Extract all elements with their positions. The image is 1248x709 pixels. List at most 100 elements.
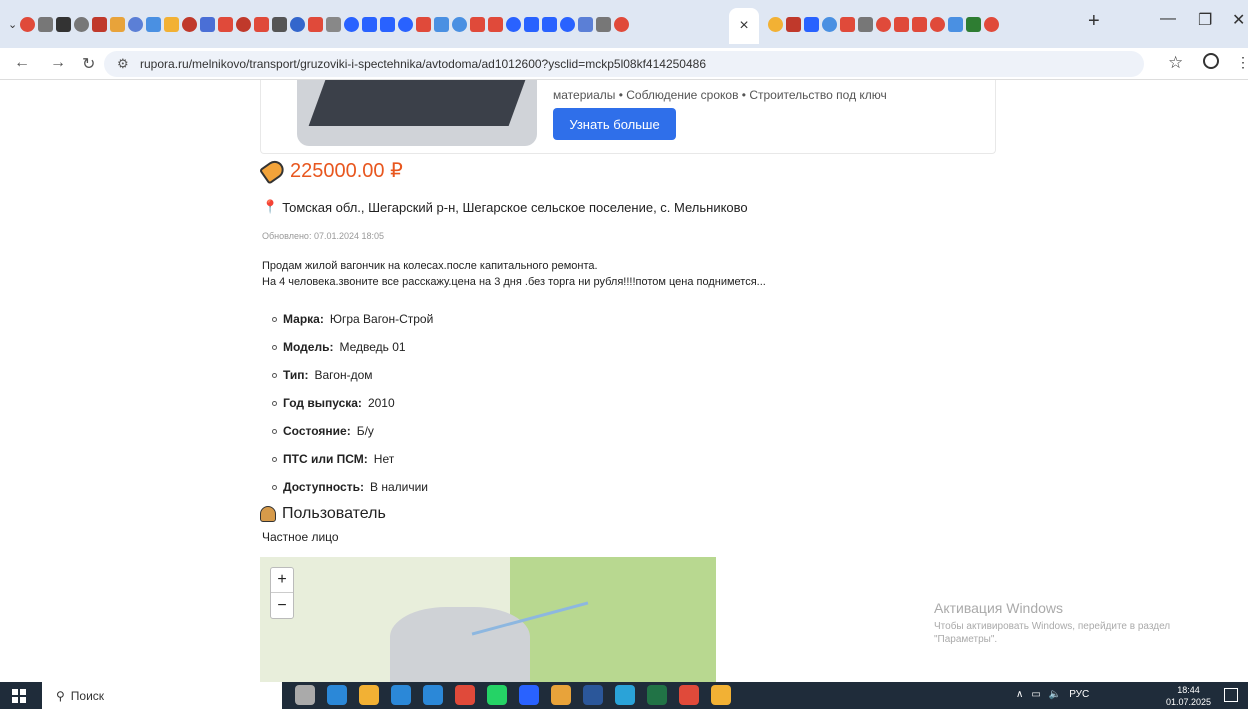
tab-favicon-icon[interactable] bbox=[272, 16, 288, 32]
tab-search-icon[interactable]: ⌄ bbox=[8, 18, 17, 31]
taskbar-app-icon[interactable] bbox=[583, 685, 603, 705]
close-tab-icon[interactable]: × bbox=[739, 17, 748, 35]
tab-favicon-icon[interactable] bbox=[128, 16, 144, 32]
taskbar-app-icon[interactable] bbox=[551, 685, 571, 705]
tab-favicon-icon[interactable] bbox=[416, 16, 432, 32]
taskbar-app-icon[interactable] bbox=[615, 685, 635, 705]
tab-favicon-icon[interactable] bbox=[218, 16, 234, 32]
profile-icon[interactable] bbox=[1203, 53, 1219, 69]
forward-icon[interactable]: → bbox=[50, 54, 66, 72]
maximize-icon[interactable]: ❐ bbox=[1198, 10, 1212, 30]
tab-favicon-icon[interactable] bbox=[804, 16, 819, 32]
taskbar-apps bbox=[295, 685, 731, 705]
tab-favicon-icon[interactable] bbox=[614, 16, 630, 32]
close-window-icon[interactable]: ✕ bbox=[1232, 10, 1245, 30]
new-tab-button[interactable]: + bbox=[1088, 10, 1100, 33]
tab-favicon-icon[interactable] bbox=[948, 16, 963, 32]
tab-favicon-icon[interactable] bbox=[434, 16, 450, 32]
tab-favicon-icon[interactable] bbox=[236, 16, 252, 32]
zoom-in-button[interactable]: + bbox=[271, 568, 293, 593]
bookmark-star-icon[interactable]: ☆ bbox=[1168, 53, 1183, 73]
updated-date: Обновлено: 07.01.2024 18:05 bbox=[262, 231, 385, 241]
tab-favicon-icon[interactable] bbox=[542, 16, 558, 32]
tab-favicon-icon[interactable] bbox=[20, 16, 36, 32]
spec-value: 2010 bbox=[367, 396, 395, 410]
tab-favicon-icon[interactable] bbox=[326, 16, 342, 32]
tab-favicon-icon[interactable] bbox=[912, 16, 927, 32]
notifications-icon[interactable] bbox=[1224, 688, 1238, 702]
clock[interactable]: 18:44 01.07.2025 bbox=[1166, 684, 1211, 708]
tab-favicon-icon[interactable] bbox=[768, 16, 783, 32]
tab-favicon-icon[interactable] bbox=[56, 16, 72, 32]
taskbar-app-icon[interactable] bbox=[487, 685, 507, 705]
menu-icon[interactable]: ⋮ bbox=[1236, 54, 1248, 71]
zoom-out-button[interactable]: − bbox=[271, 593, 293, 618]
tab-favicon-icon[interactable] bbox=[182, 16, 198, 32]
tab-favicon-icon[interactable] bbox=[488, 16, 504, 32]
tab-favicon-icon[interactable] bbox=[344, 16, 360, 32]
tab-favicon-icon[interactable] bbox=[470, 16, 486, 32]
taskbar-app-icon[interactable] bbox=[327, 685, 347, 705]
windows-start-icon[interactable] bbox=[12, 689, 26, 703]
price: 225000.00 ₽ bbox=[290, 160, 403, 182]
tab-favicon-icon[interactable] bbox=[596, 16, 612, 32]
tab-list-right bbox=[768, 8, 999, 40]
price-row: 225000.00 ₽ bbox=[258, 156, 403, 185]
volume-icon[interactable]: 🔈 bbox=[1049, 689, 1061, 700]
clock-date: 01.07.2025 bbox=[1166, 697, 1212, 707]
tab-favicon-icon[interactable] bbox=[92, 16, 108, 32]
tab-favicon-icon[interactable] bbox=[398, 16, 414, 32]
reload-icon[interactable]: ↻ bbox=[82, 54, 95, 74]
language-indicator[interactable]: РУС bbox=[1069, 689, 1089, 700]
taskbar-app-icon[interactable] bbox=[423, 685, 443, 705]
tab-favicon-icon[interactable] bbox=[362, 16, 378, 32]
tab-favicon-icon[interactable] bbox=[308, 16, 324, 32]
back-icon[interactable]: ← bbox=[14, 54, 30, 72]
ad-image[interactable] bbox=[297, 80, 537, 146]
taskbar-app-icon[interactable] bbox=[647, 685, 667, 705]
site-info-icon[interactable]: ⚙ bbox=[117, 56, 129, 72]
taskbar-app-icon[interactable] bbox=[391, 685, 411, 705]
network-icon[interactable]: ▭ bbox=[1031, 689, 1040, 700]
spec-item: Марка: Югра Вагон-Строй bbox=[272, 305, 433, 333]
tab-favicon-icon[interactable] bbox=[984, 16, 999, 32]
price-tag-icon bbox=[258, 156, 288, 185]
tab-favicon-icon[interactable] bbox=[74, 16, 90, 32]
tab-favicon-icon[interactable] bbox=[966, 16, 981, 32]
tab-favicon-icon[interactable] bbox=[254, 16, 270, 32]
tab-favicon-icon[interactable] bbox=[560, 16, 576, 32]
tab-favicon-icon[interactable] bbox=[200, 16, 216, 32]
taskbar-app-icon[interactable] bbox=[295, 685, 315, 705]
tab-favicon-icon[interactable] bbox=[452, 16, 468, 32]
taskbar-search[interactable]: ⚲ Поиск bbox=[42, 682, 282, 709]
minimize-icon[interactable]: — bbox=[1160, 10, 1176, 28]
tab-favicon-icon[interactable] bbox=[876, 16, 891, 32]
taskbar-app-icon[interactable] bbox=[455, 685, 475, 705]
tab-favicon-icon[interactable] bbox=[290, 16, 306, 32]
bullet-icon bbox=[272, 484, 277, 490]
tab-favicon-icon[interactable] bbox=[506, 16, 522, 32]
description: Продам жилой вагончик на колесах.после к… bbox=[262, 258, 766, 290]
tab-active[interactable]: × bbox=[729, 8, 759, 44]
tab-favicon-icon[interactable] bbox=[146, 16, 162, 32]
chevron-up-icon[interactable]: ∧ bbox=[1016, 689, 1023, 700]
tab-favicon-icon[interactable] bbox=[164, 16, 180, 32]
tab-favicon-icon[interactable] bbox=[894, 16, 909, 32]
taskbar-app-icon[interactable] bbox=[679, 685, 699, 705]
tab-favicon-icon[interactable] bbox=[786, 16, 801, 32]
tab-favicon-icon[interactable] bbox=[380, 16, 396, 32]
tab-favicon-icon[interactable] bbox=[930, 16, 945, 32]
taskbar-app-icon[interactable] bbox=[359, 685, 379, 705]
tab-favicon-icon[interactable] bbox=[822, 16, 837, 32]
taskbar-app-icon[interactable] bbox=[711, 685, 731, 705]
taskbar-app-icon[interactable] bbox=[519, 685, 539, 705]
tab-favicon-icon[interactable] bbox=[38, 16, 54, 32]
map[interactable] bbox=[260, 557, 716, 682]
tab-favicon-icon[interactable] bbox=[858, 16, 873, 32]
learn-more-button[interactable]: Узнать больше bbox=[553, 108, 676, 140]
tab-favicon-icon[interactable] bbox=[524, 16, 540, 32]
url-text[interactable]: rupora.ru/melnikovo/transport/gruzoviki-… bbox=[140, 57, 706, 71]
tab-favicon-icon[interactable] bbox=[110, 16, 126, 32]
tab-favicon-icon[interactable] bbox=[578, 16, 594, 32]
tab-favicon-icon[interactable] bbox=[840, 16, 855, 32]
